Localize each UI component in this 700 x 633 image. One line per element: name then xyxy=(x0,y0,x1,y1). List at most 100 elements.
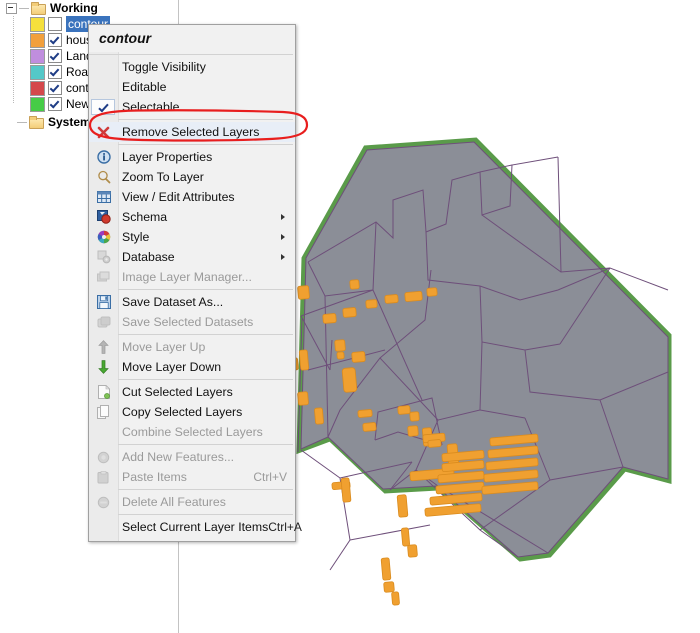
menu-item-image-layer-manager[interactable]: Image Layer Manager... xyxy=(89,267,295,287)
folder-icon xyxy=(31,2,46,15)
menu-item-paste-items[interactable]: Paste Items Ctrl+V xyxy=(89,467,295,487)
menu-item-label: View / Edit Attributes xyxy=(122,190,235,204)
menu-item-label: Delete All Features xyxy=(122,495,226,509)
menu-separator xyxy=(118,444,293,445)
layer-color-swatch[interactable] xyxy=(30,32,45,48)
checkmark-glyph xyxy=(98,102,109,113)
add-feature-icon xyxy=(89,447,118,467)
tree-node-label: Working xyxy=(50,1,98,15)
chevron-right-icon xyxy=(277,254,295,260)
layer-color-swatch[interactable] xyxy=(30,64,45,80)
layer-color-swatch[interactable] xyxy=(30,96,45,112)
menu-item-editable[interactable]: Editable xyxy=(89,77,295,97)
menu-item-remove-selected-layers[interactable]: Remove Selected Layers xyxy=(89,122,295,142)
menu-separator xyxy=(118,334,293,335)
menu-item-label: Add New Features... xyxy=(122,450,235,464)
save-stack-icon xyxy=(89,312,118,332)
none-icon xyxy=(89,77,118,97)
arrow-up-icon xyxy=(89,337,118,357)
table-icon xyxy=(89,187,118,207)
layer-visibility-checkbox[interactable] xyxy=(48,97,62,111)
chevron-right-icon xyxy=(277,214,295,220)
menu-item-copy-selected-layers[interactable]: Copy Selected Layers xyxy=(89,402,295,422)
menu-item-database[interactable]: Database xyxy=(89,247,295,267)
menu-item-label: Zoom To Layer xyxy=(122,170,204,184)
context-menu-title: contour xyxy=(89,25,295,52)
menu-bottom-padding xyxy=(89,537,295,541)
menu-item-label: Toggle Visibility xyxy=(122,60,206,74)
layer-visibility-checkbox[interactable] xyxy=(48,65,62,79)
layer-context-menu[interactable]: contour Toggle Visibility Editable Selec… xyxy=(88,24,302,542)
menu-separator xyxy=(118,489,293,490)
copy-pages-icon xyxy=(89,402,118,422)
expander-minus-icon[interactable] xyxy=(6,2,17,14)
menu-item-schema[interactable]: Schema xyxy=(89,207,295,227)
menu-item-zoom-to-layer[interactable]: Zoom To Layer xyxy=(89,167,295,187)
menu-item-layer-properties[interactable]: Layer Properties xyxy=(89,147,295,167)
chevron-right-icon xyxy=(277,234,295,240)
tree-node-label: System xyxy=(48,115,91,129)
menu-item-delete-all-features[interactable]: Delete All Features xyxy=(89,492,295,512)
database-gear-icon xyxy=(89,247,118,267)
menu-item-select-current-layer-items[interactable]: Select Current Layer Items Ctrl+A xyxy=(89,517,302,537)
delete-feature-icon xyxy=(89,492,118,512)
parcel-block xyxy=(300,141,669,558)
menu-item-move-layer-up[interactable]: Move Layer Up xyxy=(89,337,295,357)
image-layer-icon xyxy=(89,267,118,287)
layer-visibility-checkbox[interactable] xyxy=(48,33,62,47)
floppy-icon xyxy=(89,292,118,312)
layer-visibility-checkbox[interactable] xyxy=(48,17,62,31)
layer-label: New xyxy=(66,97,91,111)
layer-color-swatch[interactable] xyxy=(30,16,45,32)
menu-item-label: Select Current Layer Items xyxy=(122,520,269,534)
menu-separator xyxy=(118,144,293,145)
folder-icon xyxy=(29,116,44,129)
tree-dash xyxy=(17,121,27,123)
menu-item-label: Remove Selected Layers xyxy=(122,125,260,139)
menu-item-label: Database xyxy=(122,250,175,264)
menu-item-label: Save Selected Datasets xyxy=(122,315,254,329)
menu-item-accelerator: Ctrl+V xyxy=(253,470,287,484)
menu-item-cut-selected-layers[interactable]: Cut Selected Layers xyxy=(89,382,295,402)
menu-separator xyxy=(118,119,293,120)
check-icon xyxy=(89,97,118,117)
menu-item-view-edit-attributes[interactable]: View / Edit Attributes xyxy=(89,187,295,207)
menu-separator xyxy=(118,514,293,515)
layer-visibility-checkbox[interactable] xyxy=(48,81,62,95)
menu-item-label: Move Layer Up xyxy=(122,340,206,354)
menu-item-add-new-features[interactable]: Add New Features... xyxy=(89,447,295,467)
red-x-icon xyxy=(89,122,118,142)
none-icon xyxy=(89,517,118,537)
paste-icon xyxy=(89,467,118,487)
cut-page-icon xyxy=(89,382,118,402)
color-wheel-icon xyxy=(89,227,118,247)
menu-item-toggle-visibility[interactable]: Toggle Visibility xyxy=(89,57,295,77)
menu-item-label: Save Dataset As... xyxy=(122,295,224,309)
menu-item-combine-selected-layers[interactable]: Combine Selected Layers xyxy=(89,422,295,442)
menu-item-style[interactable]: Style xyxy=(89,227,295,247)
menu-item-label: Move Layer Down xyxy=(122,360,222,374)
menu-separator xyxy=(118,379,293,380)
schema-icon xyxy=(89,207,118,227)
menu-item-label: Copy Selected Layers xyxy=(122,405,243,419)
layer-color-swatch[interactable] xyxy=(30,48,45,64)
menu-item-save-dataset-as[interactable]: Save Dataset As... xyxy=(89,292,295,312)
menu-item-label: Selectable xyxy=(122,100,180,114)
menu-item-save-selected-datasets[interactable]: Save Selected Datasets xyxy=(89,312,295,332)
tree-node-working[interactable]: Working xyxy=(0,0,178,16)
info-icon xyxy=(89,147,118,167)
menu-item-selectable[interactable]: Selectable xyxy=(89,97,295,117)
layer-visibility-checkbox[interactable] xyxy=(48,49,62,63)
menu-item-label: Image Layer Manager... xyxy=(122,270,252,284)
menu-item-accelerator: Ctrl+A xyxy=(268,520,302,534)
magnifier-icon xyxy=(89,167,118,187)
menu-item-move-layer-down[interactable]: Move Layer Down xyxy=(89,357,295,377)
menu-item-label: Paste Items xyxy=(122,470,187,484)
menu-item-label: Schema xyxy=(122,210,168,224)
menu-separator xyxy=(89,54,293,55)
arrow-down-icon xyxy=(89,357,118,377)
menu-item-label: Editable xyxy=(122,80,167,94)
layer-color-swatch[interactable] xyxy=(30,80,45,96)
tree-dash xyxy=(19,7,29,9)
menu-item-label: Cut Selected Layers xyxy=(122,385,233,399)
